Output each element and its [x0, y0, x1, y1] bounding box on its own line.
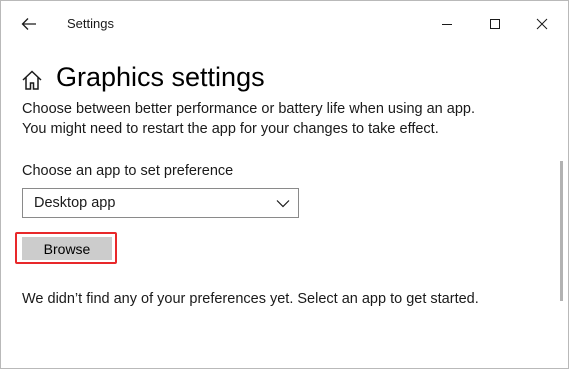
- back-button[interactable]: [11, 10, 47, 38]
- maximize-button[interactable]: [472, 1, 518, 47]
- app-picker-label: Choose an app to set preference: [22, 163, 234, 179]
- close-button[interactable]: [519, 1, 565, 47]
- close-icon: [536, 18, 548, 30]
- page-title: Graphics settings: [56, 62, 265, 92]
- page-description: Choose between better performance or bat…: [22, 100, 475, 139]
- home-icon: [22, 70, 42, 90]
- description-line-2: You might need to restart the app for yo…: [22, 120, 439, 137]
- app-type-selected: Desktop app: [34, 195, 116, 211]
- no-preferences-message: We didn’t find any of your preferences y…: [22, 291, 479, 307]
- description-line-1: Choose between better performance or bat…: [22, 101, 475, 117]
- arrow-left-icon: [21, 18, 36, 30]
- chevron-down-icon: [276, 200, 290, 208]
- title-bar: Settings: [1, 1, 568, 47]
- vertical-scrollbar[interactable]: [560, 161, 563, 301]
- app-type-dropdown[interactable]: Desktop app: [22, 188, 299, 218]
- minimize-button[interactable]: [424, 1, 470, 47]
- maximize-icon: [490, 19, 500, 29]
- browse-button[interactable]: Browse: [22, 237, 112, 260]
- minimize-icon: [442, 24, 452, 25]
- settings-window: Settings Graphics settings Choose betwee…: [0, 0, 569, 369]
- window-title: Settings: [67, 16, 114, 31]
